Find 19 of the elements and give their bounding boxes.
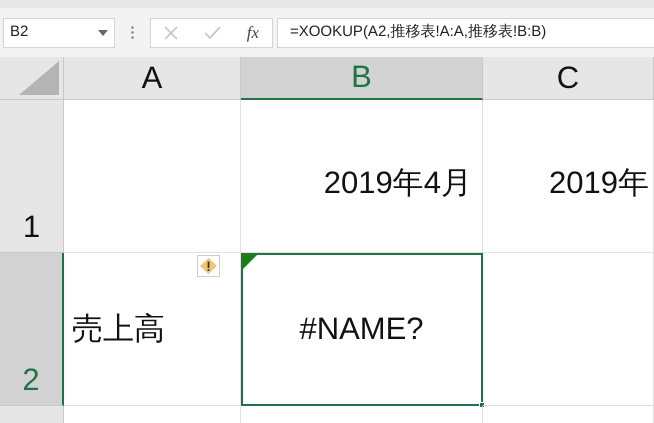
warning-icon[interactable]	[197, 255, 220, 277]
column-header[interactable]: C	[483, 57, 654, 100]
dropdown-icon[interactable]	[98, 30, 108, 36]
column-header[interactable]: A	[64, 57, 241, 100]
name-box[interactable]: B2	[3, 18, 115, 48]
table-cell[interactable]	[483, 253, 654, 406]
row-header[interactable]	[0, 406, 64, 423]
column-header[interactable]: B	[241, 57, 483, 100]
table-cell[interactable]: 2019年	[483, 100, 654, 253]
select-all-button[interactable]	[0, 57, 64, 100]
table-cell[interactable]: #NAME?	[241, 253, 483, 406]
table-cell[interactable]: 売上高	[64, 253, 241, 406]
row-header[interactable]: 2	[0, 253, 64, 406]
insert-function-button[interactable]: fx	[246, 20, 260, 46]
formula-field[interactable]: =XOOKUP(A2,推移表!A:A,推移表!B:B)	[277, 18, 654, 48]
table-cell[interactable]	[64, 100, 241, 253]
row-header[interactable]: 1	[0, 100, 64, 253]
table-cell[interactable]: 2019年4月	[241, 100, 483, 253]
grip-icon	[131, 26, 134, 39]
